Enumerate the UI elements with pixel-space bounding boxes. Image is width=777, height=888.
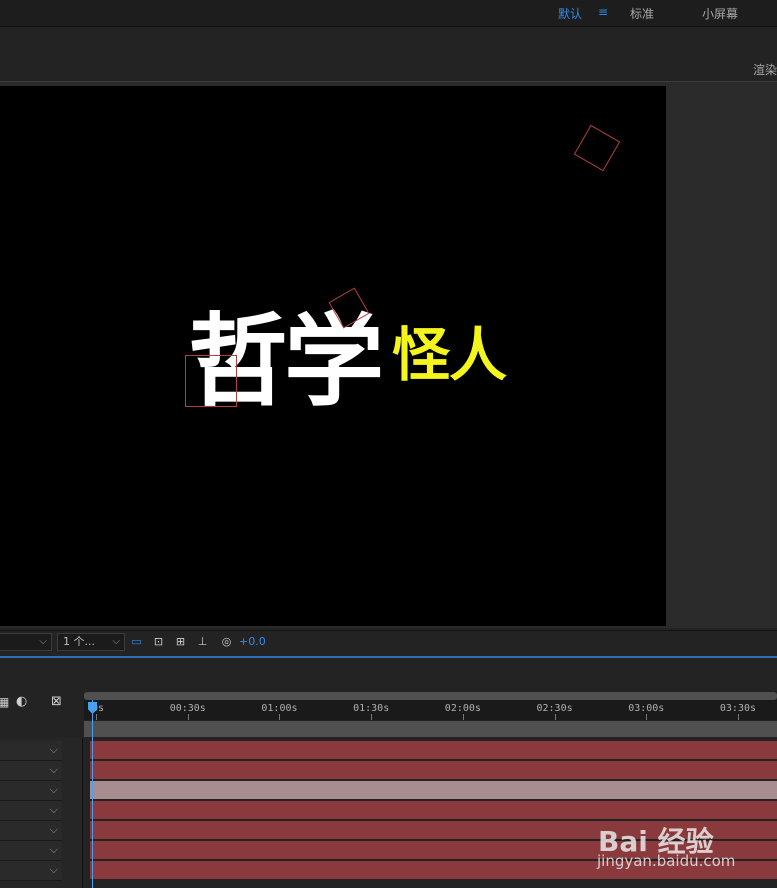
layer-row[interactable]: ⌵ [0,761,777,781]
chevron-down-icon: ⌵ [49,743,58,756]
ruler-label: 03:30s [719,703,757,714]
exposure-reset-icon[interactable]: ◎ [218,634,235,650]
transparency-grid-icon[interactable]: ⊡ [150,634,167,650]
timeline-navigator[interactable] [84,692,777,700]
region-of-interest-icon[interactable]: ▭ [128,634,145,650]
watermark-url: jingyan.baidu.com [597,852,736,870]
ruler-tick [737,714,739,720]
ruler-tick [96,714,97,720]
chevron-down-icon: ⌵ [49,823,58,836]
ruler-tick [554,714,556,720]
ruler-label: 01:00s [261,703,298,714]
work-area-bar[interactable] [84,721,777,737]
workspace-bar: 默认 ≡ 标准 小屏幕 [0,0,777,27]
layer-mode-dropdown[interactable]: ⌵ [0,861,62,881]
ruler-tick [462,714,464,720]
ruler-label: 00:30s [169,703,206,714]
chevron-down-icon: ⌵ [49,783,58,796]
ruler-tick [646,714,648,720]
render-queue-tab[interactable]: 渲染 [753,61,777,78]
workspace-default[interactable]: 默认 [558,5,582,22]
ruler-label: 02:00s [444,703,481,714]
frame-blending-icon[interactable]: ⊠ [51,694,62,709]
layer-mode-dropdown[interactable]: ⌵ [0,781,62,801]
layer-row[interactable]: ⌵ [0,741,777,761]
workspace-menu-icon[interactable]: ≡ [598,5,608,19]
title-sub-text[interactable]: 怪人 [392,326,507,384]
workspace-small-screen[interactable]: 小屏幕 [702,5,738,22]
layer-duration-bar[interactable] [90,761,777,779]
layer-mode-dropdown[interactable]: ⌵ [0,741,62,761]
chevron-down-icon: ⌵ [112,636,120,647]
flowchart-icon[interactable]: ⊥ [194,634,211,650]
ruler-label: 03:00s [628,703,665,714]
panel-header [0,27,777,82]
composition-canvas[interactable]: 哲学 怪人 [0,86,666,626]
layer-mode-dropdown[interactable]: ⌵ [0,821,62,841]
layer-duration-bar[interactable] [90,801,777,819]
current-time-indicator-line [92,700,93,888]
chevron-down-icon: ⌵ [49,863,58,876]
magnification-dropdown[interactable]: ⌵ [0,633,52,651]
ruler-tick [371,714,373,720]
ruler-tick [187,714,189,720]
layer-duration-bar[interactable] [90,781,777,799]
layer-mode-dropdown[interactable]: ⌵ [0,841,62,861]
workspace-standard[interactable]: 标准 [630,5,654,22]
3d-draft-icon[interactable]: ⊞ [172,634,189,650]
chevron-down-icon: ⌵ [49,843,58,856]
layer-row[interactable]: ⌵ [0,781,777,801]
rotated-square-shape-top-right[interactable] [573,124,621,172]
layer-row[interactable]: ⌵ [0,801,777,821]
chevron-down-icon: ⌵ [49,763,58,776]
view-layout-value: 1 个... [63,635,95,648]
motion-blur-icon[interactable]: ◐ [16,694,27,709]
layer-mode-dropdown[interactable]: ⌵ [0,801,62,821]
chevron-down-icon: ⌵ [49,803,58,816]
graph-editor-icon[interactable]: ▦ [0,695,9,709]
ruler-label: 01:30s [353,703,390,714]
ruler-tick [279,714,281,720]
square-shape-left[interactable] [185,355,237,407]
chevron-down-icon: ⌵ [39,636,47,647]
ruler-label: 02:30s [536,703,573,714]
exposure-value[interactable]: +0.0 [239,635,266,648]
view-layout-dropdown[interactable]: 1 个... ⌵ [57,633,125,651]
layer-duration-bar[interactable] [90,741,777,759]
layer-mode-dropdown[interactable]: ⌵ [0,761,62,781]
